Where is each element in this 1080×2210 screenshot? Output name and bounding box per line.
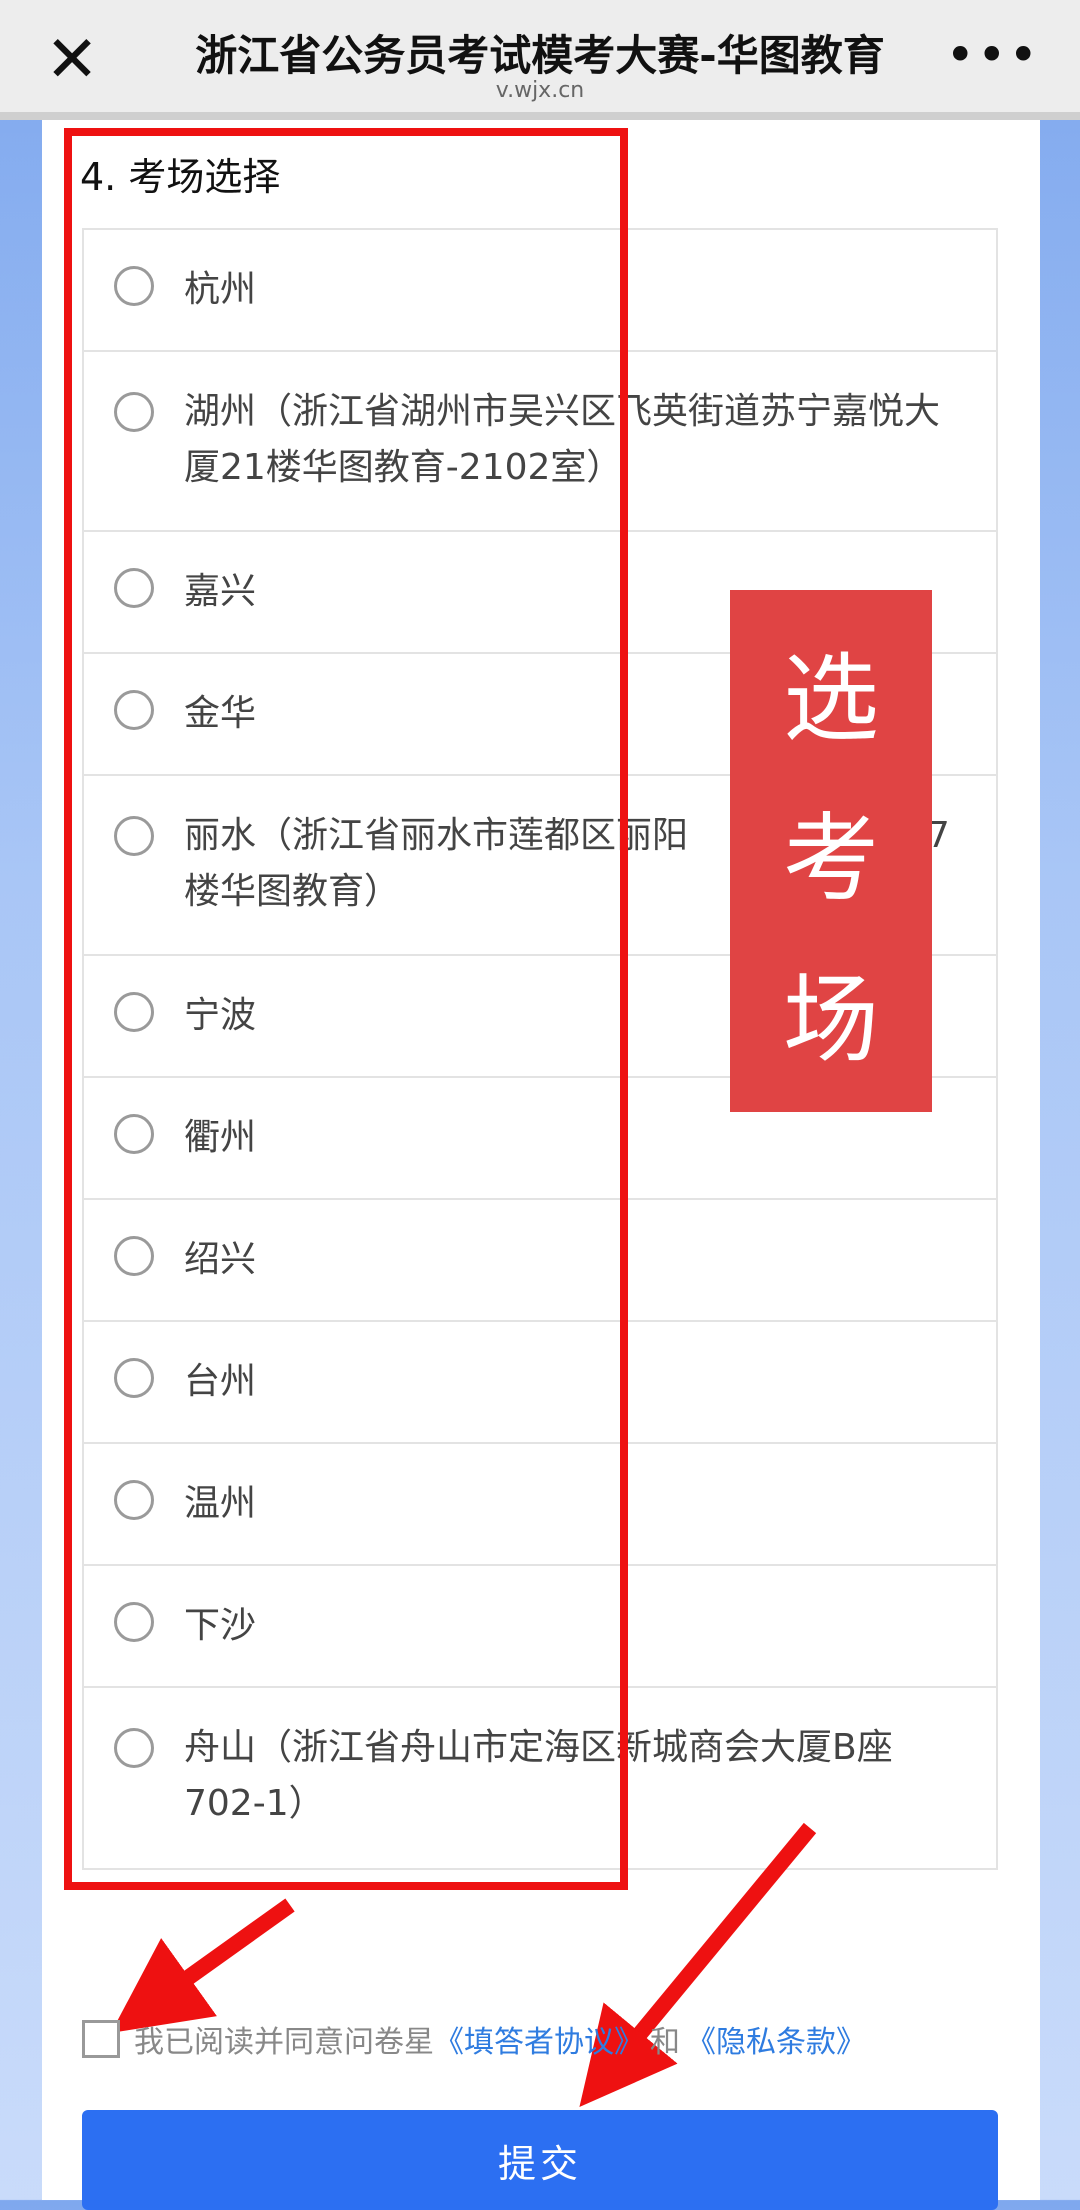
radio-icon[interactable] [114, 992, 154, 1032]
option-zhoushan[interactable]: 舟山（浙江省舟山市定海区新城商会大厦B座702-1） [84, 1688, 996, 1868]
agreement-and: 和 [650, 2025, 680, 2060]
option-label: 台州 [184, 1361, 257, 1402]
question-title: 4. 考场选择 [80, 155, 281, 199]
option-taizhou[interactable]: 台州 [84, 1322, 996, 1444]
user-agreement-link[interactable]: 《填答者协议》 [434, 2017, 644, 2061]
page-title: 浙江省公务员考试模考大赛-华图教育 [195, 31, 885, 80]
annotation-label: 选 考 场 [730, 590, 932, 1112]
radio-icon[interactable] [114, 1602, 154, 1642]
annotation-char: 考 [783, 803, 879, 916]
option-label: 衢州 [184, 1117, 257, 1158]
radio-icon[interactable] [114, 1480, 154, 1520]
option-label: 舟山（浙江省舟山市定海区新城商会大厦B座702-1） [184, 1727, 893, 1824]
more-icon[interactable]: ••• [946, 26, 1040, 84]
top-bar: ✕ 浙江省公务员考试模考大赛-华图教育 v.wjx.cn ••• [0, 0, 1080, 120]
annotation-char: 场 [783, 964, 879, 1077]
radio-icon[interactable] [114, 690, 154, 730]
option-label: 宁波 [184, 995, 257, 1036]
option-hangzhou[interactable]: 杭州 [84, 230, 996, 352]
privacy-link[interactable]: 《隐私条款》 [686, 2017, 866, 2061]
radio-icon[interactable] [114, 266, 154, 306]
option-label: 湖州（浙江省湖州市吴兴区飞英街道苏宁嘉悦大厦21楼华图教育-2102室） [184, 391, 941, 488]
radio-icon[interactable] [114, 568, 154, 608]
option-label: 杭州 [184, 269, 257, 310]
option-label: 绍兴 [184, 1239, 257, 1280]
radio-icon[interactable] [114, 1358, 154, 1398]
annotation-char: 选 [783, 642, 879, 755]
option-xiasha[interactable]: 下沙 [84, 1566, 996, 1688]
agree-checkbox[interactable] [82, 2020, 120, 2058]
agreement-text: 我已阅读并同意问卷星 [134, 2025, 434, 2060]
option-label: 下沙 [184, 1605, 257, 1646]
agreement-row: 我已阅读并同意问卷星 《填答者协议》 和 《隐私条款》 [82, 2016, 866, 2062]
option-label: 嘉兴 [184, 571, 257, 612]
option-huzhou[interactable]: 湖州（浙江省湖州市吴兴区飞英街道苏宁嘉悦大厦21楼华图教育-2102室） [84, 352, 996, 532]
radio-icon[interactable] [114, 1114, 154, 1154]
radio-icon[interactable] [114, 392, 154, 432]
submit-button[interactable]: 提交 [82, 2110, 998, 2210]
radio-icon[interactable] [114, 816, 154, 856]
close-icon[interactable]: ✕ [42, 28, 102, 92]
radio-icon[interactable] [114, 1236, 154, 1276]
page-url: v.wjx.cn [495, 78, 585, 103]
option-shaoxing[interactable]: 绍兴 [84, 1200, 996, 1322]
radio-icon[interactable] [114, 1728, 154, 1768]
option-wenzhou[interactable]: 温州 [84, 1444, 996, 1566]
option-label: 金华 [184, 693, 257, 734]
option-label: 温州 [184, 1483, 257, 1524]
